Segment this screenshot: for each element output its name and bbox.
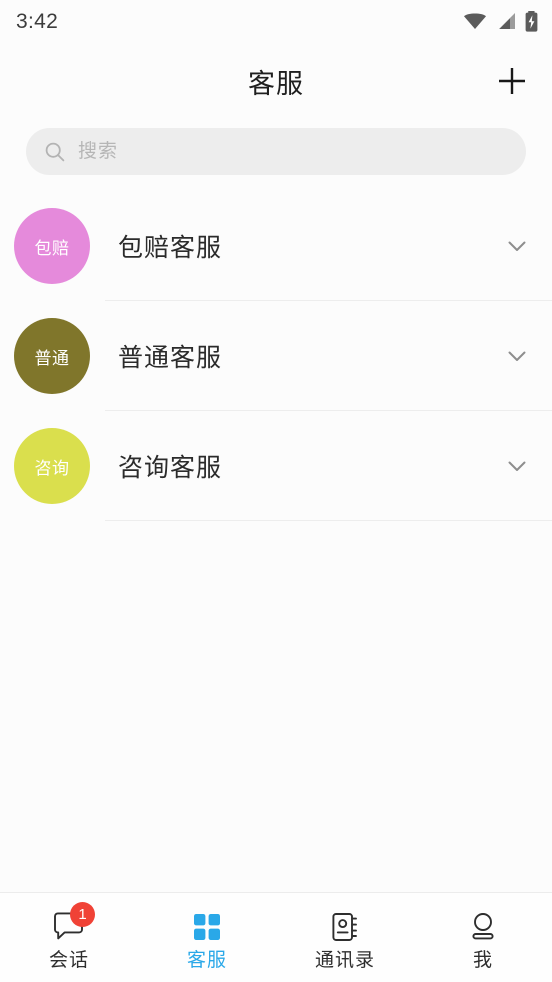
tab-label: 我: [472, 949, 493, 971]
tab-contacts[interactable]: 通讯录: [276, 893, 414, 982]
list-item[interactable]: 包赔 包赔客服: [0, 191, 552, 301]
service-list: 包赔 包赔客服 普通 普通客服 咨询 咨询客服: [0, 191, 552, 892]
page-title: 客服: [248, 68, 304, 99]
avatar: 包赔: [14, 208, 90, 284]
expand-toggle[interactable]: [500, 229, 534, 263]
list-item[interactable]: 普通 普通客服: [0, 301, 552, 411]
add-button[interactable]: [488, 57, 536, 105]
app-screen: 3:42 客服 搜索 包赔 包赔客服 普通 普通客服 咨询 咨询客服 1 会话 …: [0, 0, 552, 982]
list-item-label: 咨询客服: [118, 454, 223, 482]
contact-book-icon: [325, 910, 365, 944]
status-icons: [463, 10, 538, 32]
bottom-navigation: 1 会话 客服 通讯录 我: [0, 892, 552, 982]
unread-badge: 1: [70, 901, 95, 927]
person-icon: [463, 910, 503, 944]
tab-label: 客服: [186, 949, 227, 971]
search-input[interactable]: 搜索: [26, 128, 526, 175]
avatar: 咨询: [14, 428, 90, 504]
avatar: 普通: [14, 318, 90, 394]
status-bar: 3:42: [0, 0, 552, 42]
expand-toggle[interactable]: [500, 339, 534, 373]
grid-squares-icon: [187, 910, 227, 944]
search-section: 搜索: [0, 120, 552, 191]
page-header: 客服: [0, 42, 552, 120]
tab-customer-service[interactable]: 客服: [138, 893, 276, 982]
cellular-signal-icon: [496, 12, 516, 30]
search-placeholder: 搜索: [78, 141, 119, 162]
tab-sessions[interactable]: 1 会话: [0, 893, 138, 982]
tab-label: 通讯录: [314, 949, 375, 971]
list-item-label: 普通客服: [118, 344, 223, 372]
wifi-icon: [463, 12, 487, 30]
plus-icon: [496, 65, 528, 97]
chat-bubble-icon: 1: [49, 901, 95, 944]
battery-charging-icon: [525, 10, 538, 32]
chevron-down-icon: [504, 453, 530, 479]
list-item[interactable]: 咨询 咨询客服: [0, 411, 552, 521]
tab-me[interactable]: 我: [414, 893, 552, 982]
expand-toggle[interactable]: [500, 449, 534, 483]
chevron-down-icon: [504, 233, 530, 259]
tab-label: 会话: [48, 949, 89, 971]
chevron-down-icon: [504, 343, 530, 369]
list-item-label: 包赔客服: [118, 234, 223, 262]
status-time: 3:42: [16, 9, 59, 33]
search-icon: [44, 141, 66, 163]
